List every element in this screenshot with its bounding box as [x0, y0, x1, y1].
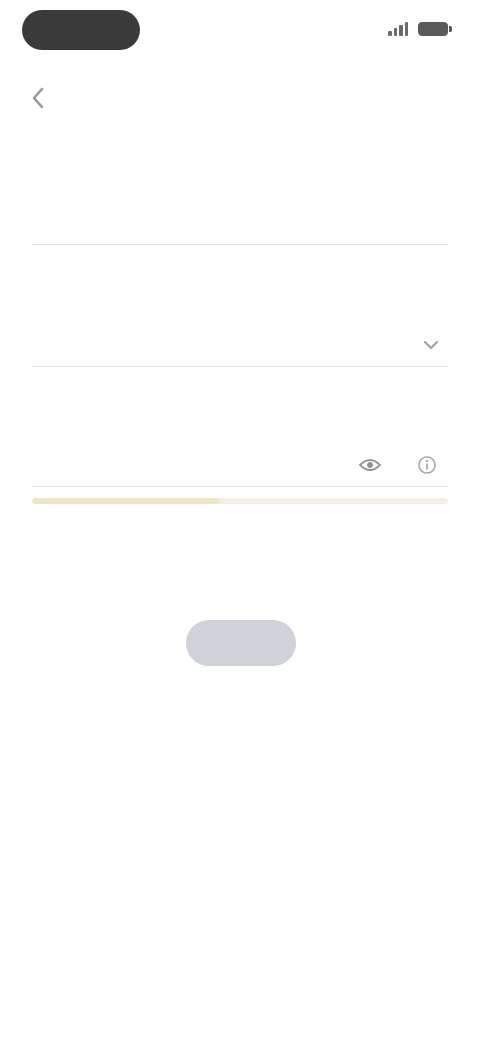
password-strength-bar: [32, 498, 448, 504]
status-bar: [0, 0, 480, 64]
status-time: [22, 10, 140, 50]
password-field-3[interactable]: [32, 442, 448, 487]
select-field-2[interactable]: [32, 322, 448, 367]
submit-button[interactable]: [186, 620, 296, 666]
password-strength-fill: [32, 498, 220, 504]
battery-icon: [418, 22, 452, 36]
info-icon[interactable]: [416, 454, 438, 476]
chevron-down-icon[interactable]: [420, 334, 442, 356]
header: [0, 72, 480, 128]
text-field-1[interactable]: [32, 200, 448, 245]
eye-icon[interactable]: [356, 454, 384, 476]
signal-icon: [388, 22, 408, 36]
chevron-left-icon[interactable]: [26, 86, 50, 110]
